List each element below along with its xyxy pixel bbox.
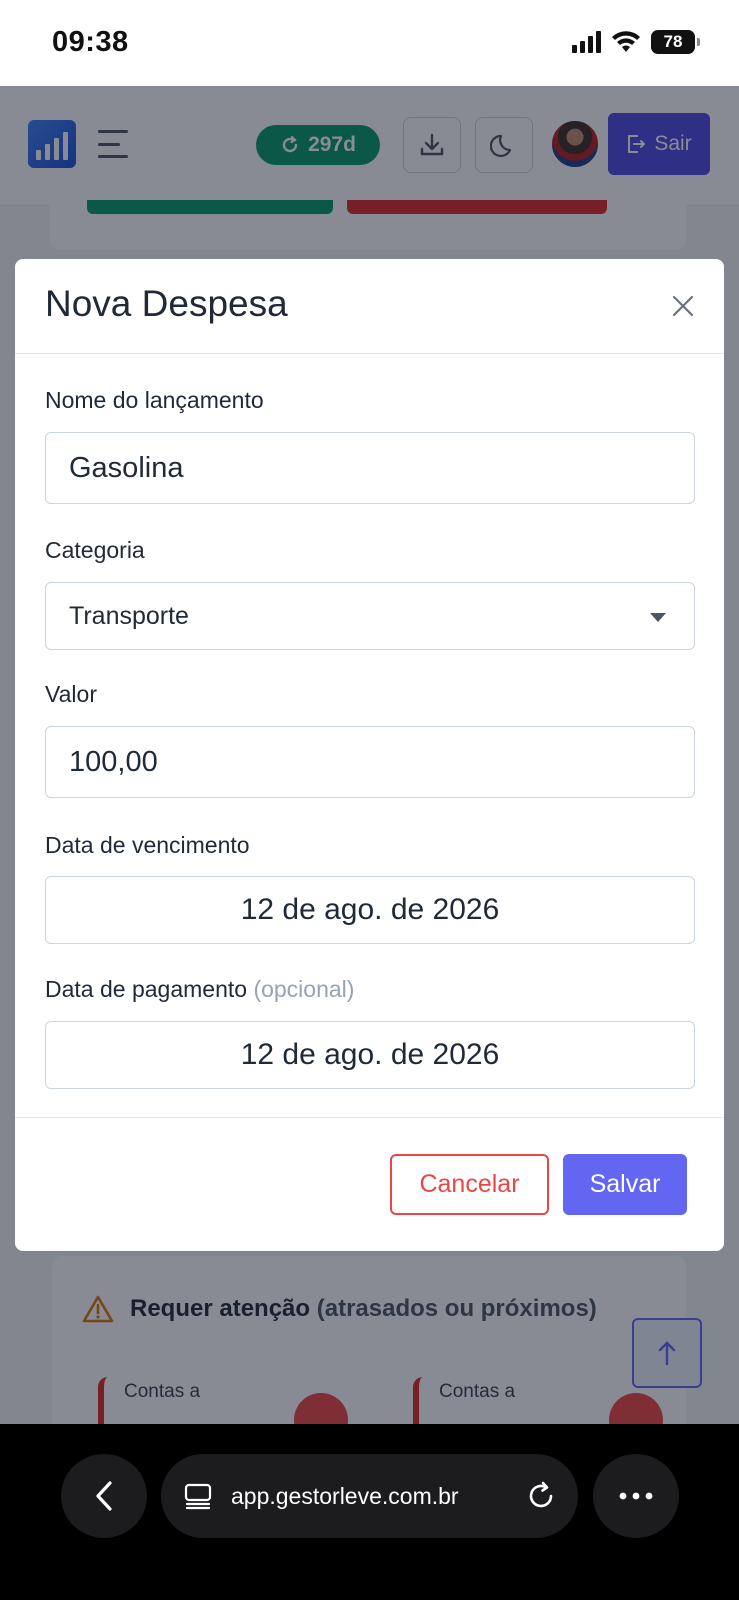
status-bar: 09:38 78 [0, 0, 739, 86]
cellular-signal-icon [572, 31, 601, 53]
tabs-icon [184, 1483, 212, 1510]
new-expense-modal: Nova Despesa Nome do lançamento Gasolina… [15, 259, 724, 1251]
modal-header: Nova Despesa [15, 259, 724, 354]
due-date-value: 12 de ago. de 2026 [240, 893, 500, 926]
close-icon[interactable] [670, 293, 696, 319]
name-label: Nome do lançamento [45, 387, 264, 413]
battery-level: 78 [663, 32, 683, 51]
address-bar[interactable]: app.gestorleve.com.br [161, 1454, 578, 1538]
amount-input[interactable]: 100,00 [45, 726, 695, 798]
amount-value: 100,00 [69, 745, 158, 778]
due-date-label: Data de vencimento [45, 832, 250, 858]
name-value: Gasolina [69, 451, 184, 484]
modal-title: Nova Despesa [45, 283, 288, 324]
category-label: Categoria [45, 537, 145, 563]
battery-icon: 78 [651, 30, 700, 54]
more-icon [619, 1492, 653, 1500]
category-select[interactable]: Transporte [45, 582, 695, 650]
back-button[interactable] [61, 1454, 147, 1538]
payment-date-value: 12 de ago. de 2026 [240, 1038, 500, 1071]
status-time: 09:38 [52, 26, 129, 58]
wifi-icon [612, 31, 640, 52]
browser-toolbar: app.gestorleve.com.br [0, 1424, 739, 1600]
name-input[interactable]: Gasolina [45, 432, 695, 504]
save-button[interactable]: Salvar [563, 1154, 687, 1215]
payment-date-input[interactable]: 12 de ago. de 2026 [45, 1021, 695, 1089]
cancel-button[interactable]: Cancelar [390, 1154, 549, 1215]
payment-date-label: Data de pagamento (opcional) [45, 976, 354, 1003]
category-value: Transporte [69, 601, 189, 630]
amount-label: Valor [45, 681, 97, 707]
due-date-input[interactable]: 12 de ago. de 2026 [45, 876, 695, 944]
status-icons: 78 [572, 30, 700, 54]
url-text: app.gestorleve.com.br [231, 1482, 459, 1509]
payment-date-label-text: Data de pagamento [45, 976, 248, 1002]
reload-icon[interactable] [526, 1481, 556, 1511]
more-options-button[interactable] [593, 1454, 679, 1538]
chevron-down-icon [650, 613, 666, 622]
modal-footer: Cancelar Salvar [15, 1117, 724, 1251]
optional-hint: (opcional) [253, 976, 355, 1002]
chevron-left-icon [96, 1481, 112, 1511]
